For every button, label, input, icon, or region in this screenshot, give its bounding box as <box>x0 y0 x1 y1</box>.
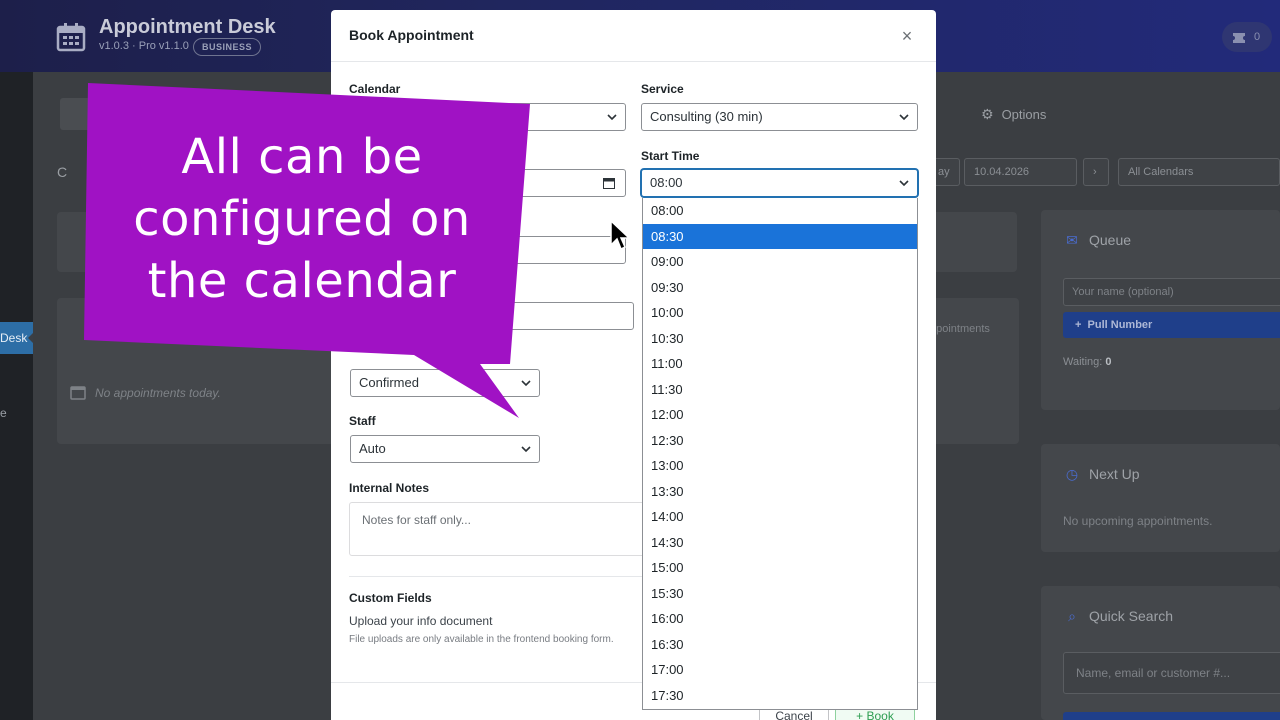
callout-line-2: configured on <box>133 191 471 247</box>
time-option[interactable]: 11:30 <box>643 377 917 403</box>
time-option[interactable]: 08:00 <box>643 198 917 224</box>
next-up-title: ◷ Next Up <box>1063 466 1140 483</box>
custom-fields-title: Custom Fields <box>349 591 432 605</box>
time-option[interactable]: 16:30 <box>643 632 917 658</box>
time-option[interactable]: 13:30 <box>643 479 917 505</box>
calendar-icon <box>56 23 86 52</box>
upload-note: File uploads are only available in the f… <box>349 634 614 645</box>
internal-notes-label: Internal Notes <box>349 481 430 495</box>
start-time-label: Start Time <box>641 149 700 163</box>
time-option[interactable]: 17:00 <box>643 657 917 683</box>
app-title: Appointment Desk <box>99 16 276 38</box>
next-day-button[interactable]: › <box>1083 158 1109 186</box>
time-option[interactable]: 12:00 <box>643 402 917 428</box>
calendar-icon <box>70 386 86 400</box>
queue-name-input[interactable]: Your name (optional) <box>1063 278 1280 306</box>
no-appointments-text: No appointments today. <box>70 386 221 400</box>
quick-search-title: ⌕ Quick Search <box>1063 608 1173 625</box>
dashboard-gauge-icon: C <box>57 164 68 180</box>
internal-notes-input[interactable]: Notes for staff only... <box>349 502 649 556</box>
time-option[interactable]: 15:00 <box>643 555 917 581</box>
queue-ticket-button[interactable]: 0 <box>1222 22 1272 52</box>
close-icon[interactable]: × <box>897 26 917 46</box>
staff-select[interactable]: Auto <box>350 435 540 463</box>
calendar-label: Calendar <box>349 82 401 96</box>
tab-dashboard[interactable] <box>60 98 100 130</box>
time-option[interactable]: 17:30 <box>643 683 917 709</box>
pull-number-button[interactable]: + Pull Number <box>1063 312 1280 338</box>
next-up-empty: No upcoming appointments. <box>1063 514 1213 528</box>
time-option[interactable]: 14:00 <box>643 504 917 530</box>
start-time-dropdown-list: 08:00 08:30 09:00 09:30 10:00 10:30 11:00 11:30… <box>642 198 918 710</box>
calendar-icon <box>603 178 615 189</box>
sidebar-item-desk[interactable]: Desk <box>0 322 33 354</box>
chevron-down-icon <box>899 114 909 121</box>
time-option[interactable]: 09:30 <box>643 275 917 301</box>
service-label: Service <box>641 82 684 96</box>
time-option[interactable]: 14:30 <box>643 530 917 556</box>
time-option[interactable]: 13:00 <box>643 453 917 479</box>
sidebar-item-other[interactable]: e <box>0 406 7 420</box>
status-select[interactable]: Confirmed <box>350 369 540 397</box>
next-up-card <box>1041 444 1280 552</box>
app-version: v1.0.3 · Pro v1.1.0 <box>99 40 189 52</box>
ticket-icon: ✉ <box>1066 232 1078 248</box>
plus-icon: + <box>856 709 867 720</box>
modal-header: Book Appointment × <box>331 10 936 62</box>
staff-label: Staff <box>349 414 376 428</box>
divider <box>349 576 649 577</box>
ticket-count: 0 <box>1254 31 1261 43</box>
search-icon: ⌕ <box>1068 608 1076 624</box>
callout-line-3: the calendar <box>147 253 457 309</box>
tab-options[interactable]: ⚙ Options <box>981 106 1046 123</box>
quick-search-input[interactable]: Name, email or customer #... <box>1063 652 1280 694</box>
time-option[interactable]: 10:00 <box>643 300 917 326</box>
modal-title: Book Appointment <box>349 27 474 43</box>
chevron-down-icon <box>899 180 909 187</box>
quick-search-button[interactable] <box>1063 712 1280 720</box>
time-option[interactable]: 11:00 <box>643 351 917 377</box>
queue-waiting: Waiting: 0 <box>1063 356 1112 368</box>
time-option[interactable]: 09:00 <box>643 249 917 275</box>
calendar-filter-select[interactable]: All Calendars <box>1118 158 1280 186</box>
appointments-label: ppointments <box>930 323 990 335</box>
start-time-select[interactable]: 08:00 <box>641 169 918 197</box>
service-select[interactable]: Consulting (30 min) <box>641 103 918 131</box>
gear-icon: ⚙ <box>981 106 994 122</box>
upload-field-label: Upload your info document <box>349 614 493 628</box>
time-option[interactable]: 15:30 <box>643 581 917 607</box>
chevron-down-icon <box>521 446 531 453</box>
time-option[interactable]: 08:30 <box>643 223 917 249</box>
callout-text: All can be configured on the calendar <box>96 126 508 312</box>
time-option[interactable]: 12:30 <box>643 428 917 454</box>
sidebar: Desk e <box>0 72 33 720</box>
chevron-down-icon <box>521 380 531 387</box>
plan-badge: BUSINESS <box>193 38 262 56</box>
callout-line-1: All can be <box>181 129 423 185</box>
mouse-cursor-icon <box>610 219 631 251</box>
queue-title: ✉ Queue <box>1063 232 1131 249</box>
date-picker[interactable]: 10.04.2026 <box>964 158 1077 186</box>
time-option[interactable]: 16:00 <box>643 606 917 632</box>
clock-icon: ◷ <box>1065 466 1079 482</box>
plus-icon: + <box>1075 319 1088 331</box>
ticket-icon <box>1233 33 1245 43</box>
time-option[interactable]: 10:30 <box>643 326 917 352</box>
chevron-down-icon <box>607 114 617 121</box>
